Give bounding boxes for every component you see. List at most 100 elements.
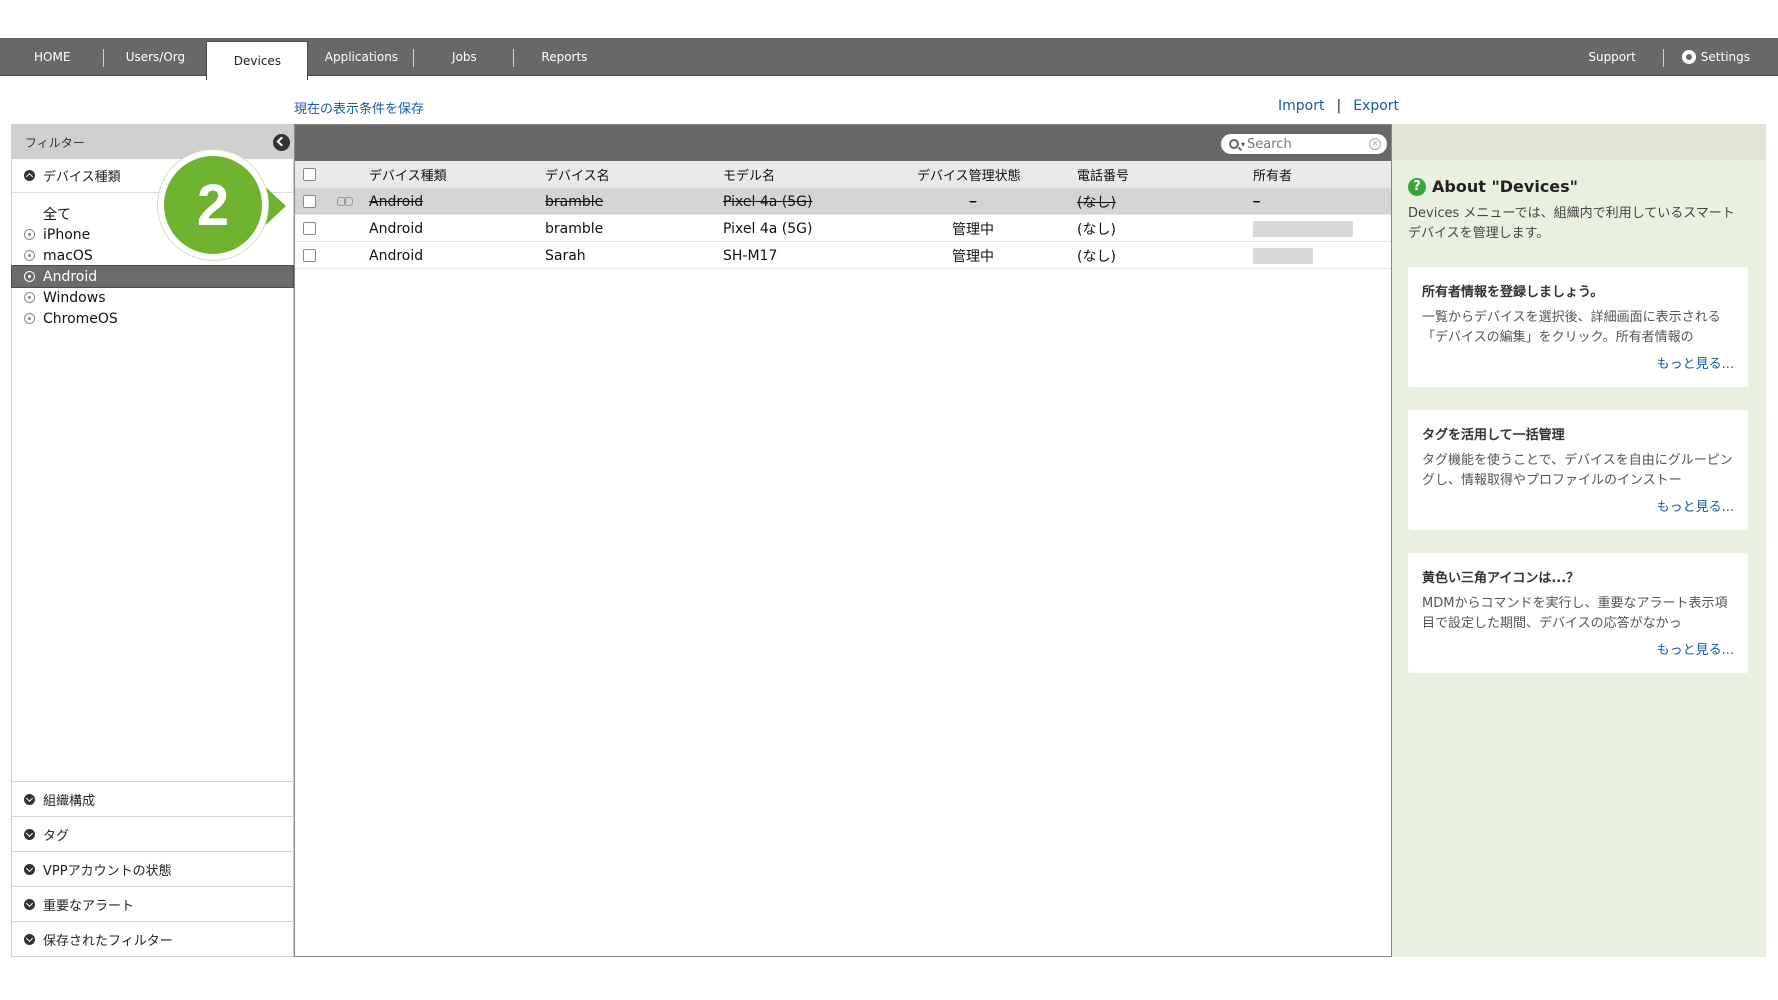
col-management-status[interactable]: デバイス管理状態: [917, 161, 1021, 188]
radio-icon: [24, 229, 35, 240]
about-description: Devices メニューでは、組織内で利用しているスマートデバイスを管理します。: [1408, 206, 1735, 241]
card-body: 一覧からデバイスを選択後、詳細画面に表示される「デバイスの編集」をクリック。所有…: [1422, 310, 1721, 345]
filter-title: フィルター: [25, 135, 85, 150]
search-placeholder: Search: [1247, 136, 1292, 152]
cell-model: Pixel 4a (5G): [723, 193, 813, 210]
import-link[interactable]: Import: [1278, 98, 1324, 114]
help-card: タグを活用して一括管理 タグ機能を使うことで、デバイスを自由にグルーピングし、情…: [1408, 410, 1748, 530]
section-alerts[interactable]: 重要なアラート: [12, 886, 293, 921]
row-checkbox[interactable]: [303, 249, 316, 262]
cell-device-type: Android: [369, 193, 424, 210]
select-all-checkbox[interactable]: [303, 168, 316, 181]
link-separator: |: [1336, 98, 1342, 114]
table-toolbar: ▾ Search ×: [295, 125, 1391, 161]
section-saved-filters[interactable]: 保存されたフィルター: [12, 921, 293, 956]
col-device-name[interactable]: デバイス名: [545, 161, 610, 188]
col-device-type[interactable]: デバイス種類: [369, 161, 447, 188]
help-card: 黄色い三角アイコンは...？ MDMからコマンドを実行し、重要なアラート表示項目…: [1408, 553, 1748, 673]
option-macos[interactable]: macOS: [12, 245, 293, 266]
save-view-link[interactable]: 現在の表示条件を保存: [294, 98, 424, 117]
section-tags[interactable]: タグ: [12, 816, 293, 851]
option-windows[interactable]: Windows: [12, 287, 293, 308]
section-label: 保存されたフィルター: [43, 933, 173, 949]
option-android[interactable]: Android: [11, 265, 294, 288]
cell-device-name: bramble: [545, 193, 604, 210]
cell-device-type: Android: [369, 220, 424, 237]
cell-status: 管理中: [952, 221, 994, 238]
search-field[interactable]: ▾ Search ×: [1221, 134, 1387, 154]
cell-phone: (なし): [1077, 221, 1116, 238]
chevron-down-icon: [24, 933, 35, 945]
option-chromeos[interactable]: ChromeOS: [12, 308, 293, 329]
chevron-down-icon: [24, 793, 35, 805]
help-card: 所有者情報を登録しましょう。 一覧からデバイスを選択後、詳細画面に表示される「デ…: [1408, 267, 1748, 387]
tab-reports[interactable]: Reports: [514, 38, 614, 76]
col-owner[interactable]: 所有者: [1253, 161, 1292, 188]
cell-model: SH-M17: [723, 247, 778, 264]
cell-device-name: Sarah: [545, 247, 586, 264]
card-body: タグ機能を使うことで、デバイスを自由にグルーピングし、情報取得やプロファイルのイ…: [1422, 453, 1733, 488]
owner-redacted: [1253, 248, 1313, 264]
settings-link[interactable]: Settings: [1664, 38, 1778, 76]
import-export-links: Import | Export: [1278, 98, 1399, 114]
radio-icon: [24, 313, 35, 324]
card-title: 黄色い三角アイコンは...？: [1422, 571, 1580, 586]
tab-applications[interactable]: Applications: [308, 38, 415, 76]
table-row[interactable]: Android bramble Pixel 4a (5G) 管理中 (なし): [295, 215, 1391, 242]
cell-device-name: bramble: [545, 220, 604, 237]
chevron-down-icon: [24, 828, 35, 840]
section-label: VPPアカウントの状態: [43, 863, 172, 879]
tab-users-org[interactable]: Users/Org: [104, 38, 206, 76]
clear-icon[interactable]: ×: [1369, 138, 1381, 150]
row-checkbox[interactable]: [303, 195, 316, 208]
option-label: macOS: [43, 247, 93, 264]
filter-header: フィルター: [12, 125, 293, 159]
option-label: ChromeOS: [43, 310, 118, 327]
card-title: 所有者情報を登録しましょう。: [1422, 285, 1604, 300]
col-phone-number[interactable]: 電話番号: [1077, 161, 1129, 188]
cell-status: –: [969, 193, 977, 210]
right-nav: Support Settings: [1560, 38, 1778, 76]
cell-phone: (なし): [1077, 248, 1116, 265]
col-model-name[interactable]: モデル名: [723, 161, 775, 188]
chevron-up-icon: [24, 170, 35, 181]
unlink-icon: [337, 197, 353, 206]
read-more-link[interactable]: もっと見る...: [1422, 639, 1734, 658]
table-header-row: デバイス種類 デバイス名 モデル名 デバイス管理状態 電話番号 所有者: [295, 161, 1391, 188]
help-icon: ?: [1408, 177, 1426, 196]
section-vpp[interactable]: VPPアカウントの状態: [12, 851, 293, 886]
section-label: タグ: [43, 828, 70, 844]
collapse-icon[interactable]: [273, 134, 290, 151]
tab-home[interactable]: HOME: [0, 38, 105, 76]
table-row[interactable]: Android Sarah SH-M17 管理中 (なし): [295, 242, 1391, 269]
settings-label: Settings: [1700, 50, 1750, 64]
main-tabs: HOME Users/Org Devices Applications Jobs…: [0, 38, 614, 80]
device-table-panel: ▾ Search × デバイス種類 デバイス名 モデル名 デバイス管理状態 電話…: [294, 124, 1392, 957]
option-label: Windows: [43, 289, 106, 306]
devices-page: HOME Users/Org Devices Applications Jobs…: [0, 0, 1778, 1000]
card-title: タグを活用して一括管理: [1422, 428, 1565, 443]
read-more-link[interactable]: もっと見る...: [1422, 353, 1734, 372]
option-label: Android: [43, 268, 98, 285]
section-label: 組織構成: [43, 793, 96, 809]
option-label: iPhone: [43, 226, 91, 243]
row-checkbox[interactable]: [303, 222, 316, 235]
tab-jobs[interactable]: Jobs: [414, 38, 515, 76]
radio-icon: [24, 250, 35, 261]
radio-icon: [24, 271, 35, 282]
section-label: 重要なアラート: [43, 898, 135, 914]
about-heading: ? About "Devices": [1392, 160, 1766, 196]
device-type-label: デバイス種類: [43, 170, 121, 185]
export-link[interactable]: Export: [1353, 98, 1399, 114]
section-org[interactable]: 組織構成: [12, 781, 293, 816]
cell-phone: (なし): [1077, 194, 1116, 211]
radio-icon: [24, 292, 35, 303]
support-link[interactable]: Support: [1560, 38, 1665, 76]
about-title: About "Devices": [1432, 177, 1579, 196]
cell-status: 管理中: [952, 248, 994, 265]
table-row[interactable]: Android bramble Pixel 4a (5G) – (なし) –: [295, 188, 1391, 215]
read-more-link[interactable]: もっと見る...: [1422, 496, 1734, 515]
help-panel-header: [1392, 124, 1766, 160]
cell-device-type: Android: [369, 247, 424, 264]
tab-devices[interactable]: Devices: [206, 41, 309, 80]
